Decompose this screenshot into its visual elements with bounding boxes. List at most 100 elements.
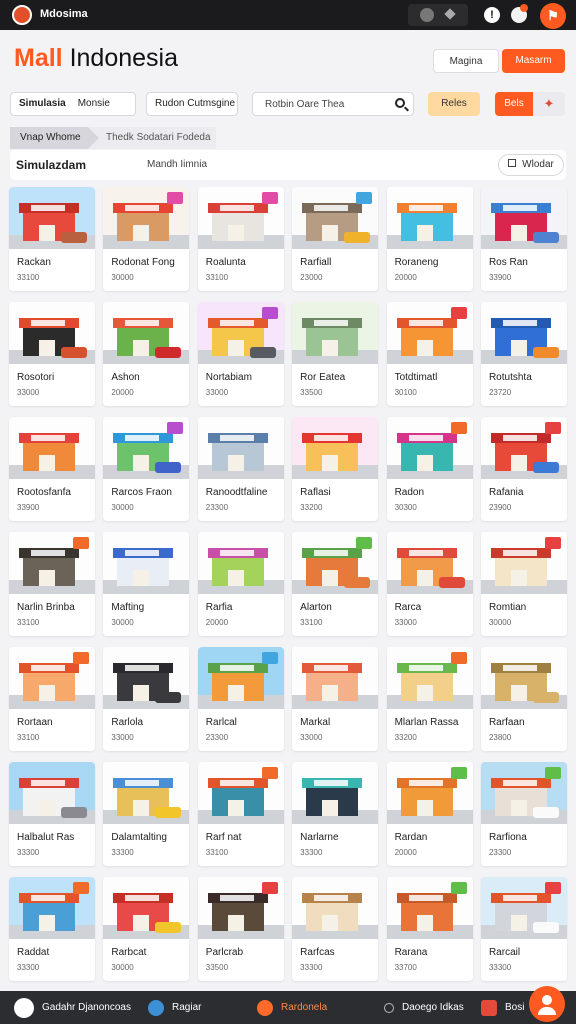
shop-card[interactable]: Ros Ran 33900 — [480, 187, 567, 291]
shop-card[interactable]: Alarton 33100 — [292, 532, 379, 636]
filter-button[interactable]: Reles — [428, 92, 480, 116]
shop-card[interactable]: Raddat 33300 — [9, 877, 95, 981]
shop-thumbnail — [386, 877, 473, 939]
shop-card[interactable]: Nortabiam 33000 — [197, 302, 284, 406]
shop-card[interactable]: Rardan 20000 — [386, 762, 473, 866]
shop-thumbnail — [480, 302, 567, 364]
nav-item-4[interactable]: Daoego Idkas — [384, 991, 464, 1024]
shop-thumbnail — [197, 302, 284, 364]
record-icon[interactable] — [420, 8, 434, 22]
shop-card[interactable]: Markal 33000 — [292, 647, 379, 751]
nav-item-3[interactable]: Rardonela — [257, 991, 327, 1024]
car-shape — [344, 577, 371, 588]
shop-price: 30100 — [394, 388, 417, 397]
shop-card[interactable]: Mlarlan Rassa 33200 — [386, 647, 473, 751]
shop-price: 33500 — [205, 963, 229, 972]
sign-shape — [314, 665, 349, 671]
avatar[interactable] — [12, 5, 32, 25]
shop-name: Totdtimatl — [394, 372, 438, 383]
shop-card[interactable]: Romtian 30000 — [480, 532, 567, 636]
shop-card[interactable]: Dalamtalting 33300 — [103, 762, 190, 866]
shop-card[interactable]: Rarana 33700 — [386, 877, 473, 981]
shop-card[interactable]: Roraneng 20000 — [386, 187, 473, 291]
shop-card[interactable]: Totdtimatl 30100 — [386, 302, 473, 406]
search-input[interactable]: Rotbin Oare Thea — [252, 92, 414, 116]
shop-name: Narlarne — [300, 832, 339, 843]
shop-name: Rosotori — [17, 372, 55, 383]
shop-card[interactable]: Rarca 33000 — [386, 532, 473, 636]
sign-shape — [125, 435, 160, 441]
shop-card[interactable]: Rootosfanfa 33900 — [9, 417, 95, 521]
pin-icon[interactable]: ✦ — [533, 92, 565, 116]
shop-thumbnail — [292, 647, 379, 709]
door-shape — [322, 915, 339, 931]
shop-card[interactable]: Rortaan 33100 — [9, 647, 95, 751]
shop-card[interactable]: Rafania 23900 — [480, 417, 567, 521]
shop-card[interactable]: Rarlola 33000 — [103, 647, 190, 751]
shop-card[interactable]: Rotutshta 23720 — [480, 302, 567, 406]
tab-custom[interactable]: Rudon Cutmsgine — [146, 92, 238, 116]
shop-name: Rarana — [394, 947, 428, 958]
sign-shape — [31, 435, 65, 441]
shop-card[interactable]: Rarcail 33300 — [480, 877, 567, 981]
shop-card[interactable]: Radon 30300 — [386, 417, 473, 521]
shop-card[interactable]: Raflasi 33200 — [292, 417, 379, 521]
shop-price: 33200 — [300, 503, 323, 512]
shop-card[interactable]: Rarfcas 33300 — [292, 877, 379, 981]
window-controls[interactable] — [408, 4, 468, 26]
shop-card[interactable]: Halbalut Ras 33300 — [9, 762, 95, 866]
shop-name: Nortabiam — [205, 372, 252, 383]
shop-card[interactable]: Rackan 33100 — [9, 187, 95, 291]
shop-price: 23000 — [300, 273, 323, 282]
shop-name: Rarbcat — [111, 947, 147, 958]
shop-card[interactable]: Rarbcat 30000 — [103, 877, 190, 981]
shop-card[interactable]: Rarfaan 23800 — [480, 647, 567, 751]
car-shape — [61, 807, 87, 818]
shop-name: Rarcos Fraon — [111, 487, 172, 498]
section-action-button[interactable]: Wlodar — [498, 154, 564, 176]
door-shape — [133, 570, 150, 586]
header-secondary-button[interactable]: Magina — [433, 49, 499, 73]
diamond-icon[interactable] — [444, 8, 456, 20]
shop-price: 20000 — [205, 618, 229, 627]
shop-card[interactable]: Rarfiona 23300 — [480, 762, 567, 866]
nav-item-2[interactable]: Ragiar — [148, 991, 201, 1024]
shop-card[interactable]: Rarfia 20000 — [197, 532, 284, 636]
breadcrumb-item[interactable]: Thedk Sodatari Fodeda — [88, 127, 216, 149]
search-icon[interactable] — [395, 98, 405, 108]
shop-card[interactable]: Mafting 30000 — [103, 532, 190, 636]
badge-icon — [167, 192, 184, 204]
shop-card[interactable]: Narlin Brinba 33100 — [9, 532, 95, 636]
shop-card[interactable]: Parlcrab 33500 — [197, 877, 284, 981]
shop-name: Rortaan — [17, 717, 53, 728]
shop-card[interactable]: Rarf nat 33100 — [197, 762, 284, 866]
breadcrumb-current[interactable]: Vnap Whome — [10, 127, 99, 149]
shop-thumbnail — [9, 762, 95, 824]
shop-card[interactable]: Narlarne 33300 — [292, 762, 379, 866]
sign-shape — [219, 665, 254, 671]
notification-icon[interactable] — [511, 4, 528, 23]
go-button[interactable]: Bels — [495, 92, 533, 116]
shop-card[interactable]: Rodonat Fong 30000 — [103, 187, 190, 291]
info-icon[interactable]: ! — [484, 7, 500, 23]
door-shape — [510, 800, 527, 816]
shop-card[interactable]: Rarlcal 23300 — [197, 647, 284, 751]
nav-item-5[interactable]: Bosi — [481, 991, 524, 1024]
header-primary-button[interactable]: Masarm — [502, 49, 565, 73]
quick-action-icon[interactable]: ⚑ — [540, 3, 566, 29]
nav-item-1[interactable]: Gadahr Djanoncoas — [14, 991, 131, 1024]
shop-price: 33300 — [17, 848, 40, 857]
shop-card[interactable]: Ror Eatea 33500 — [292, 302, 379, 406]
car-shape — [344, 232, 371, 243]
sign-shape — [219, 435, 254, 441]
profile-fab-icon[interactable] — [529, 986, 565, 1022]
shop-card[interactable]: Rarfiall 23000 — [292, 187, 379, 291]
tab-simulasi[interactable]: Simulasia Monsie — [10, 92, 136, 116]
badge-icon — [261, 652, 278, 664]
shop-card[interactable]: Ranoodtfaline 23300 — [197, 417, 284, 521]
shop-name: Ror Eatea — [300, 372, 346, 383]
shop-card[interactable]: Roalunta 33100 — [197, 187, 284, 291]
shop-card[interactable]: Ashon 20000 — [103, 302, 190, 406]
shop-card[interactable]: Rarcos Fraon 30000 — [103, 417, 190, 521]
shop-card[interactable]: Rosotori 33000 — [9, 302, 95, 406]
